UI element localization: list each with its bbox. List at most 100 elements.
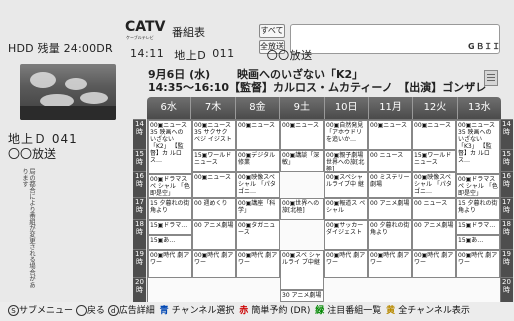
program-cell[interactable]: 00▣ニュース bbox=[368, 120, 412, 150]
day-8[interactable]: 8金 bbox=[234, 97, 279, 119]
program-cell[interactable]: 00▣ニュース 35 映画への いざない 「K2」 【監督】カ ルロス… bbox=[148, 120, 192, 174]
program-cell[interactable]: 15▣ワールド ニュース bbox=[412, 150, 456, 172]
program-cell[interactable]: 00▣自然発見 「アホウドリ を追いか… bbox=[324, 120, 368, 150]
program-cell[interactable]: 00▣ニュース bbox=[280, 120, 324, 150]
current-time: 14:11 bbox=[130, 47, 165, 60]
program-cell[interactable]: 15 夕暮れの街 角より bbox=[456, 198, 500, 220]
catv-logo: CATV bbox=[125, 19, 166, 35]
hour-column-left: 14時 15時 16時 17時 18時 19時 20時 bbox=[133, 119, 146, 303]
blue-key: 青 bbox=[159, 306, 169, 316]
hour-label: 15時 bbox=[500, 149, 513, 171]
program-cell[interactable]: 00▣報道ス ペシャル bbox=[324, 198, 368, 220]
yellow-key: 黄 bbox=[386, 306, 396, 316]
program-cell[interactable]: 00▣ドラマスペ シャル 「色即是空」 bbox=[148, 174, 192, 198]
program-cell[interactable]: 00▣映像スペ シャル 「パタゴニ… bbox=[236, 172, 280, 198]
channel-line: 14:11 地上D 011 〇〇放送 bbox=[130, 47, 313, 63]
program-grid: 00▣ニュース 35 映画への いざない 「K2」 【監督】カ ルロス… 00▣… bbox=[147, 119, 501, 303]
program-cell[interactable]: 15▣ワールド ニュース bbox=[192, 150, 236, 172]
program-cell[interactable]: 00▣スペシャ ルライブ中 継 bbox=[324, 172, 368, 198]
hour-label: 18時 bbox=[133, 219, 146, 249]
red-key: 赤 bbox=[239, 306, 249, 316]
day-header: 6水 7木 8金 9土 10日 11月 12火 13水 bbox=[147, 97, 501, 119]
epg-screen: HDD 残量 24:00DR CATV ケーブルテレビ 番組表 すべて 全放送 … bbox=[0, 0, 514, 321]
program-cell[interactable]: 00 アニメ劇場 bbox=[412, 220, 456, 250]
program-cell[interactable]: 00▣時代 劇アワー bbox=[148, 250, 192, 278]
back-key-icon: ​ bbox=[75, 305, 87, 316]
day-6[interactable]: 6水 bbox=[147, 97, 190, 119]
program-cell[interactable]: 00▣ドラマスペ シャル 「色即是空」 bbox=[456, 174, 500, 198]
program-cell[interactable]: 00 アニメ劇場 bbox=[368, 198, 412, 220]
hour-label: 19時 bbox=[500, 249, 513, 277]
program-cell[interactable]: 30 アニメ劇場 bbox=[280, 290, 324, 302]
hour-label: 20時 bbox=[500, 277, 513, 303]
program-cell[interactable]: 00▣講談「深敏」 bbox=[280, 150, 324, 172]
program-cell[interactable]: 15▣ドラマ… bbox=[148, 220, 192, 235]
hour-label: 20時 bbox=[133, 277, 146, 303]
program-cell[interactable]: 15▣あ… bbox=[148, 235, 192, 250]
broadcaster: 〇〇放送 bbox=[266, 49, 313, 62]
program-cell[interactable]: 00 ニュース bbox=[412, 198, 456, 220]
day-9[interactable]: 9土 bbox=[279, 97, 323, 119]
green-key: 緑 bbox=[315, 306, 325, 316]
program-detail-icon[interactable] bbox=[484, 70, 498, 86]
program-cell[interactable]: 00▣時代 劇アワー bbox=[192, 250, 236, 278]
program-cell[interactable]: 00▣ニュース bbox=[412, 120, 456, 150]
program-cell[interactable]: 00▣サッカー ダイジェスト bbox=[324, 220, 368, 250]
day-13[interactable]: 13水 bbox=[456, 97, 501, 119]
catv-logo-sub: ケーブルテレビ bbox=[126, 35, 154, 40]
program-cell[interactable]: 15▣ドラマ… bbox=[456, 220, 500, 235]
program-cell[interactable]: 00 ニュース bbox=[368, 150, 412, 172]
program-cell[interactable]: 00 週めくり bbox=[192, 198, 236, 220]
program-cell[interactable]: 00▣タガニュ ース bbox=[236, 220, 280, 250]
channel-number: 011 bbox=[212, 47, 235, 60]
hour-label: 15時 bbox=[133, 149, 146, 171]
program-cell[interactable]: 00▣映像スペ シャル 「パタゴニ… bbox=[412, 172, 456, 198]
brand-logo: G ＢＩＩ bbox=[468, 42, 501, 51]
footer-blue-label[interactable]: チャンネル選択 bbox=[172, 306, 235, 316]
footer-submenu-label[interactable]: サブメニュー bbox=[19, 306, 73, 316]
filter-all-button[interactable]: すべて bbox=[259, 24, 285, 38]
program-cell[interactable]: 00 アニメ劇場 bbox=[192, 220, 236, 250]
program-cell[interactable]: 00▣講座「科学」 bbox=[236, 198, 280, 220]
program-cell[interactable]: 00▣デジタル 修業 bbox=[236, 150, 280, 172]
current-broadcaster: 〇〇放送 bbox=[8, 147, 57, 161]
program-cell[interactable]: 15 夕暮れの街 角より bbox=[148, 198, 192, 220]
footer-green-label[interactable]: 注目番組一覧 bbox=[327, 306, 381, 316]
program-cell[interactable]: 00▣ニュース 35 サクサク ベジ イジスト bbox=[192, 120, 236, 150]
program-cell[interactable]: 00▣ニュース 35 映画への いざない 「K3」 【監督】カ ルロス… bbox=[456, 120, 500, 174]
channel-type: 地上D bbox=[174, 49, 207, 62]
day-11[interactable]: 11月 bbox=[367, 97, 412, 119]
schedule-change-note: 局の都合により番組が変更される場合があります bbox=[21, 168, 35, 288]
hour-label: 16時 bbox=[500, 171, 513, 197]
footer-back-label[interactable]: 戻る bbox=[87, 306, 105, 316]
preview-thumbnail bbox=[20, 64, 116, 120]
program-cell[interactable]: 00▣時代 劇アワー bbox=[456, 250, 500, 278]
day-12[interactable]: 12火 bbox=[412, 97, 456, 119]
hour-label: 17時 bbox=[133, 197, 146, 219]
hour-label: 18時 bbox=[500, 219, 513, 249]
program-cell[interactable]: 00▣ニュース bbox=[192, 172, 236, 198]
footer-ad-label[interactable]: 広告詳細 bbox=[119, 306, 155, 316]
program-cell[interactable]: 00▣時代 劇アワー bbox=[236, 250, 280, 278]
hour-label: 14時 bbox=[133, 119, 146, 149]
program-cell[interactable]: 15▣あ… bbox=[456, 235, 500, 250]
program-cell[interactable]: 00 ミステリー 劇場 bbox=[368, 172, 412, 198]
day-10[interactable]: 10日 bbox=[323, 97, 368, 119]
page-title: 番組表 bbox=[172, 26, 205, 39]
hour-label: 19時 bbox=[133, 249, 146, 277]
program-cell[interactable]: 00 夕暮れの街 角より bbox=[368, 220, 412, 250]
ad-key-icon: d bbox=[107, 305, 119, 316]
hdd-remaining: HDD 残量 24:00DR bbox=[8, 42, 113, 55]
program-cell[interactable]: 00▣時代 劇アワー bbox=[368, 250, 412, 278]
footer-yellow-label[interactable]: 全チャンネル表示 bbox=[398, 306, 470, 316]
program-cell[interactable]: 00▣時代 劇アワー bbox=[324, 250, 368, 278]
footer-red-label[interactable]: 簡単予約 (DR) bbox=[251, 306, 310, 316]
program-cell[interactable]: 00▣世界への 旅[北極] bbox=[280, 198, 324, 220]
hour-column-right: 14時 15時 16時 17時 18時 19時 20時 bbox=[500, 119, 513, 303]
program-cell[interactable]: 00▣時代 劇アワー bbox=[412, 250, 456, 278]
program-cell[interactable]: 00▣ニュース bbox=[236, 120, 280, 150]
footer-help-bar: Sサブメニュー ​戻る d広告詳細 青チャンネル選択 赤簡単予約 (DR) 緑注… bbox=[0, 302, 514, 321]
program-cell[interactable]: 00▣親子劇場 世界への旅[北極] bbox=[324, 150, 368, 172]
program-cell[interactable]: 00▣スペ シャルライ ブ中継 bbox=[280, 250, 324, 290]
day-7[interactable]: 7木 bbox=[190, 97, 234, 119]
